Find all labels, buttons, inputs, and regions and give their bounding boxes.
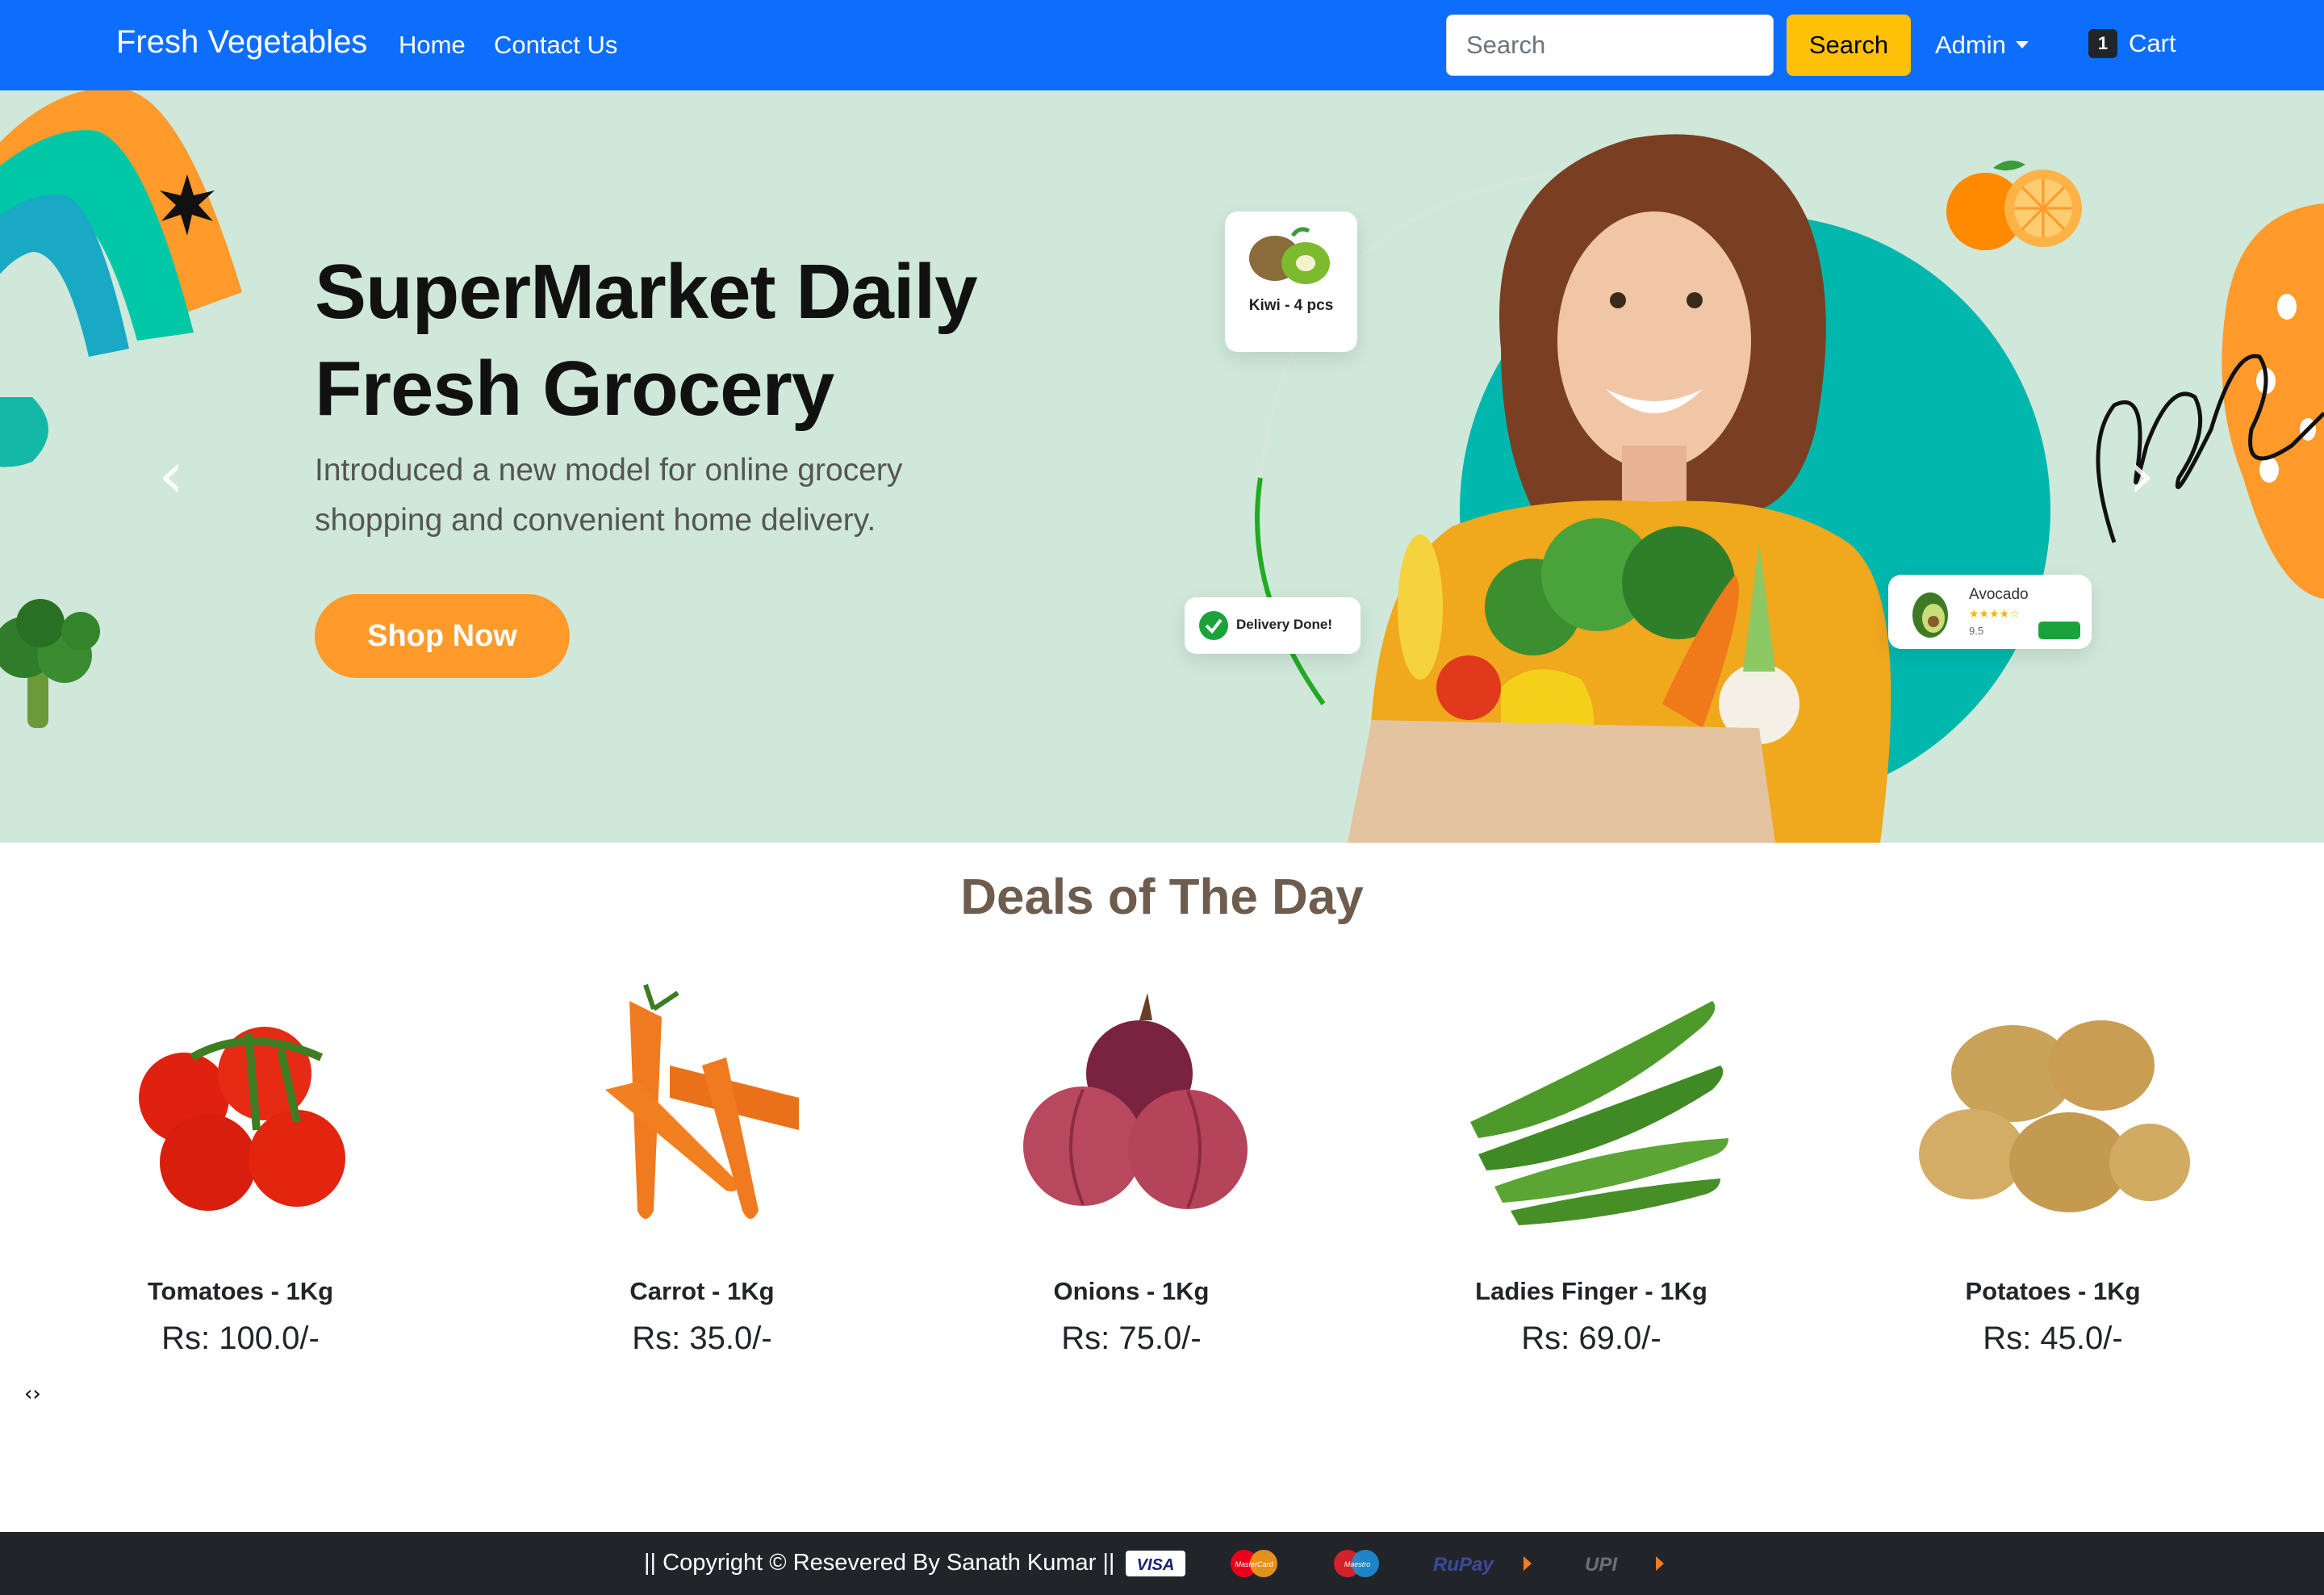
product-name: Carrot - 1Kg [629, 1277, 775, 1305]
carousel-next-icon[interactable]: › [2129, 437, 2155, 513]
navbar: Fresh Vegetables Home Contact Us Search … [0, 0, 2324, 90]
search-button[interactable]: Search [1787, 15, 1911, 76]
nav-link-contact[interactable]: Contact Us [494, 31, 617, 60]
caret-down-icon [2015, 41, 2029, 48]
hero-subtitle: Introduced a new model for online grocer… [315, 446, 1041, 546]
carousel-prev-icon[interactable]: ‹ [158, 437, 184, 513]
hero-title-line1: SuperMarket Daily [315, 249, 978, 335]
hero-title: SuperMarket Daily Fresh Grocery [315, 244, 1202, 437]
tomatoes-image [139, 1027, 345, 1211]
ladies-finger-image [1470, 1001, 1728, 1225]
delivery-card-text: Delivery Done! [1236, 617, 1333, 632]
product-card-tomatoes[interactable]: Tomatoes - 1Kg Rs: 100.0/- [63, 969, 418, 1372]
product-price: Rs: 75.0/- [1061, 1321, 1202, 1356]
product-card-onions[interactable]: Onions - 1Kg Rs: 75.0/- [954, 969, 1309, 1372]
avocado-icon [1912, 592, 1948, 638]
deals-title: Deals of The Day [960, 869, 1364, 925]
svg-text:UPI: UPI [1585, 1554, 1618, 1576]
avocado-card-name: Avocado [1969, 586, 2029, 603]
product-name: Potatoes - 1Kg [1965, 1277, 2141, 1305]
product-name: Onions - 1Kg [1053, 1277, 1210, 1305]
hero-carousel: SuperMarket Daily Fresh Grocery Introduc… [0, 90, 2324, 843]
product-card-ladies-finger[interactable]: Ladies Finger - 1Kg Rs: 69.0/- [1414, 969, 1769, 1372]
quantity-stepper-icon [2038, 622, 2080, 639]
maestro-icon: Maestro [1334, 1550, 1379, 1577]
cart-link[interactable]: 1 Cart [2088, 29, 2176, 58]
footer: || Copyright © Resevered By Sanath Kumar… [0, 1532, 2324, 1595]
cart-label: Cart [2129, 29, 2176, 57]
product-name: Tomatoes - 1Kg [147, 1277, 334, 1305]
brand-link[interactable]: Fresh Vegetables [116, 24, 367, 61]
kiwi-product-card: Kiwi - 4 pcs [1225, 211, 1357, 352]
delivery-done-card: Delivery Done! [1185, 597, 1361, 654]
product-price: Rs: 35.0/- [632, 1321, 772, 1356]
search-input[interactable] [1446, 15, 1774, 76]
nav-link-home[interactable]: Home [399, 31, 466, 60]
broccoli-icon [0, 599, 100, 728]
hero-title-line2: Fresh Grocery [315, 345, 834, 432]
potatoes-image [1919, 1020, 2190, 1212]
visa-icon: VISA [1126, 1551, 1185, 1576]
hero-subtitle-line2: shopping and convenient home delivery. [315, 503, 876, 538]
svg-text:MasterCard: MasterCard [1235, 1560, 1273, 1568]
product-price: Rs: 69.0/- [1521, 1321, 1661, 1356]
rating-stars-icon: ★★★★☆ [1969, 607, 2020, 620]
product-price: Rs: 100.0/- [161, 1321, 320, 1356]
product-name: Ladies Finger - 1Kg [1475, 1277, 1707, 1305]
svg-text:Maestro: Maestro [1344, 1560, 1371, 1568]
onions-image [1023, 993, 1248, 1209]
avocado-product-card: Avocado ★★★★☆ 9.5 [1888, 575, 2092, 649]
hero-subtitle-line1: Introduced a new model for online grocer… [315, 453, 903, 488]
svg-text:RuPay: RuPay [1433, 1554, 1494, 1576]
footer-copyright: || Copyright © Resevered By Sanath Kumar… [644, 1550, 1115, 1576]
product-card-carrot[interactable]: Carrot - 1Kg Rs: 35.0/- [525, 969, 880, 1372]
check-circle-icon [1199, 611, 1228, 640]
admin-dropdown[interactable]: Admin [1935, 31, 2029, 60]
mastercard-icon: MasterCard [1231, 1550, 1277, 1577]
carrot-image [605, 984, 799, 1219]
kiwi-card-name: Kiwi - 4 pcs [1248, 297, 1334, 314]
deals-carousel-nav[interactable]: ‹› [24, 1382, 41, 1406]
svg-text:VISA: VISA [1137, 1556, 1175, 1574]
rupay-icon: RuPay [1433, 1554, 1532, 1576]
orange-fruit-icon [1946, 160, 2082, 250]
avocado-card-price: 9.5 [1969, 625, 1984, 637]
upi-icon: UPI [1585, 1554, 1664, 1576]
product-price: Rs: 45.0/- [1983, 1321, 2123, 1356]
admin-label: Admin [1935, 31, 2006, 59]
kiwi-icon [1249, 227, 1330, 284]
shop-now-button[interactable]: Shop Now [315, 594, 570, 678]
cart-count-badge: 1 [2088, 29, 2117, 58]
product-card-potatoes[interactable]: Potatoes - 1Kg Rs: 45.0/- [1875, 969, 2230, 1372]
